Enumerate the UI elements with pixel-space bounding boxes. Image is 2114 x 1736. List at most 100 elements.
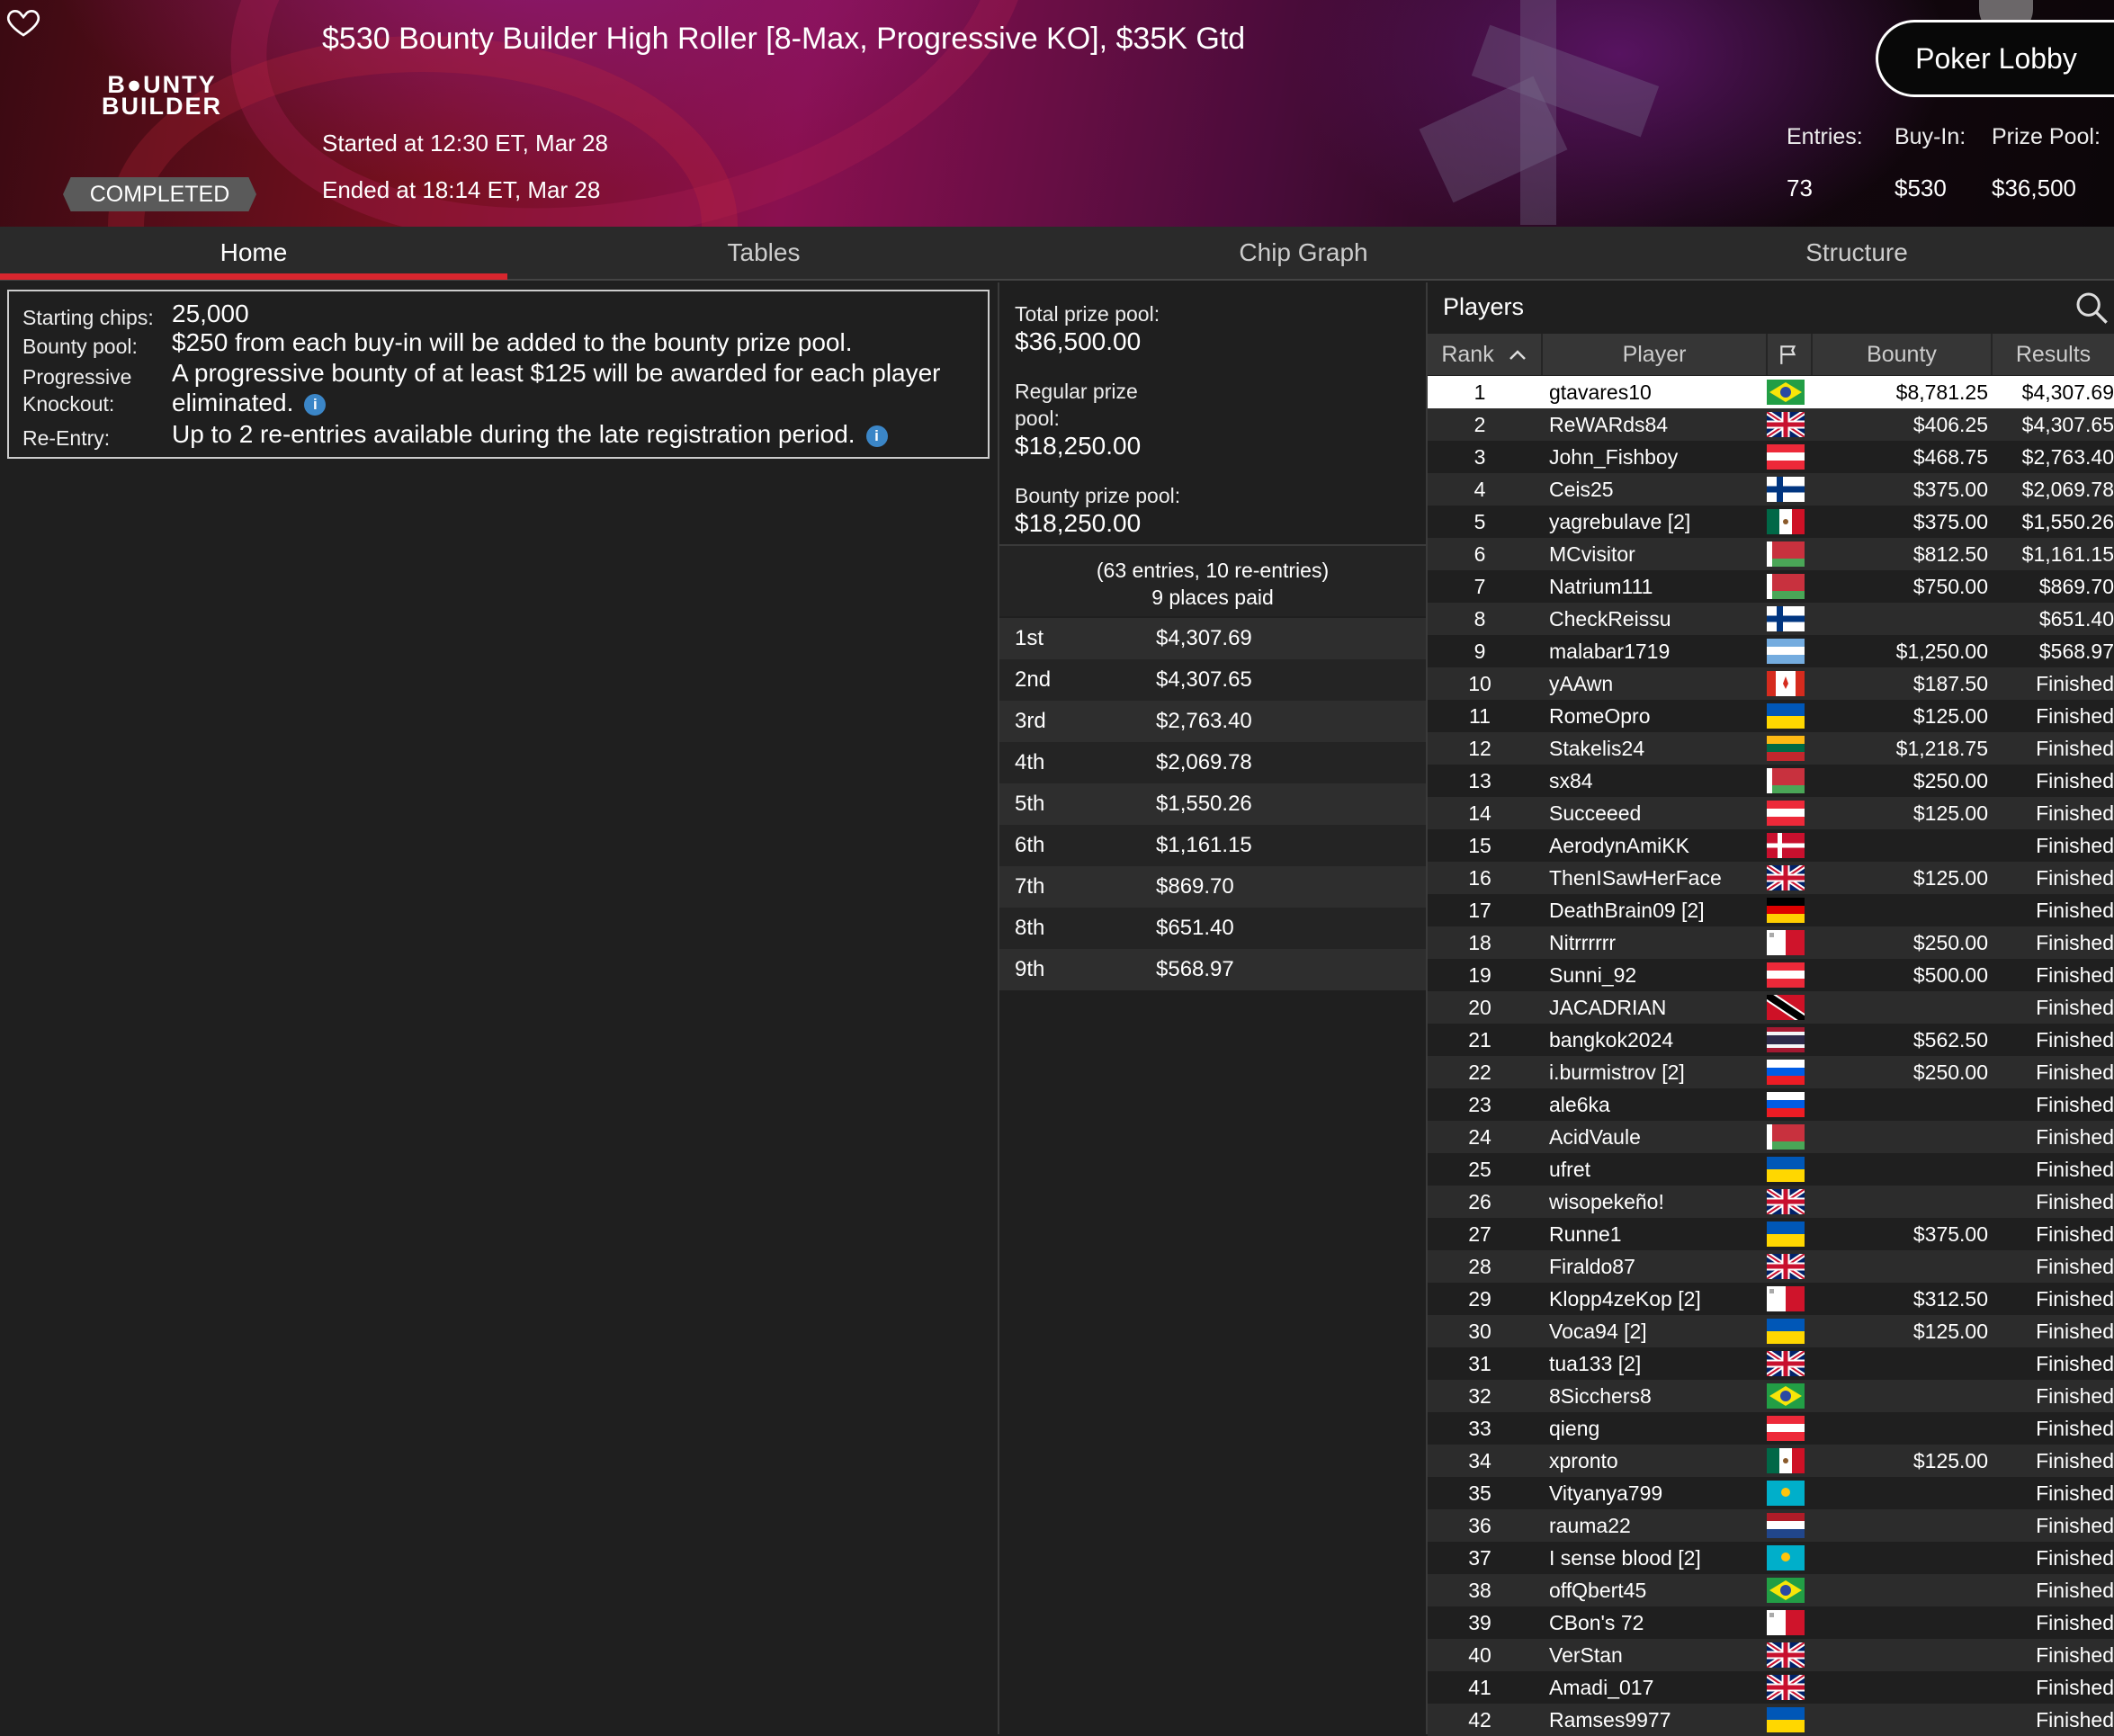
table-row[interactable]: 22 i.burmistrov [2] $250.00 Finished — [1428, 1056, 2114, 1088]
flag-column-header[interactable] — [1768, 334, 1813, 375]
table-row[interactable]: 33 qieng Finished — [1428, 1412, 2114, 1445]
country-flag-icon — [1767, 541, 1805, 567]
bounty-column-header[interactable]: Bounty — [1813, 334, 1993, 375]
table-row[interactable]: 5 yagrebulave [2] $375.00 $1,550.26 — [1428, 506, 2114, 538]
table-row[interactable]: 42 Ramses9977 Finished — [1428, 1704, 2114, 1736]
payout-amount: $568.97 — [1156, 957, 1234, 981]
table-row[interactable]: 15 AerodynAmiKK Finished — [1428, 829, 2114, 862]
table-row[interactable]: 11 RomeOpro $125.00 Finished — [1428, 700, 2114, 732]
player-result: Finished — [2036, 769, 2114, 792]
tab-chip-graph[interactable]: Chip Graph — [1020, 227, 1587, 279]
table-row[interactable]: 27 Runne1 $375.00 Finished — [1428, 1218, 2114, 1250]
table-row[interactable]: 31 tua133 [2] Finished — [1428, 1347, 2114, 1380]
table-row[interactable]: 23 ale6ka Finished — [1428, 1088, 2114, 1121]
chevron-up-icon — [1509, 350, 1526, 361]
table-row[interactable]: 25 ufret Finished — [1428, 1153, 2114, 1186]
pko-line-2: eliminated. — [172, 389, 294, 416]
payout-place: 9th — [1015, 957, 1045, 981]
table-row[interactable]: 12 Stakelis24 $1,218.75 Finished — [1428, 732, 2114, 765]
country-flag-icon — [1767, 768, 1805, 793]
player-result: Finished — [2036, 866, 2114, 890]
table-row[interactable]: 30 Voca94 [2] $125.00 Finished — [1428, 1315, 2114, 1347]
table-row[interactable]: 39 CBon's 72 Finished — [1428, 1606, 2114, 1639]
table-row[interactable]: 18 Nitrrrrrr $250.00 Finished — [1428, 926, 2114, 959]
rank-column-header[interactable]: Rank — [1428, 334, 1543, 375]
table-row[interactable]: 19 Sunni_92 $500.00 Finished — [1428, 959, 2114, 991]
table-row[interactable]: 17 DeathBrain09 [2] Finished — [1428, 894, 2114, 926]
table-row[interactable]: 29 Klopp4zeKop [2] $312.50 Finished — [1428, 1283, 2114, 1315]
info-icon[interactable]: i — [865, 425, 888, 447]
player-bounty: $750.00 — [1912, 575, 1988, 598]
player-rank: 7 — [1474, 575, 1486, 598]
table-row[interactable]: 4 Ceis25 $375.00 $2,069.78 — [1428, 473, 2114, 506]
country-flag-icon — [1767, 509, 1805, 534]
player-rank: 40 — [1468, 1643, 1491, 1667]
active-tab-indicator — [0, 273, 507, 280]
results-column-header[interactable]: Results — [1993, 334, 2114, 375]
table-row[interactable]: 26 wisopekeño! Finished — [1428, 1186, 2114, 1218]
table-row[interactable]: 2 ReWARds84 $406.25 $4,307.65 — [1428, 408, 2114, 441]
table-row[interactable]: 24 AcidVaule Finished — [1428, 1121, 2114, 1153]
tournament-header: B●UNTY BUILDER COMPLETED $530 Bounty Bui… — [0, 0, 2114, 227]
country-flag-icon — [1767, 865, 1805, 890]
payout-row: 8th $651.40 — [999, 908, 1426, 949]
payout-place: 4th — [1015, 750, 1045, 774]
player-rank: 1 — [1474, 380, 1486, 404]
table-row[interactable]: 35 Vityanya799 Finished — [1428, 1477, 2114, 1509]
table-row[interactable]: 37 I sense blood [2] Finished — [1428, 1542, 2114, 1574]
reentry-label: Re-Entry: — [22, 426, 111, 450]
table-row[interactable]: 41 Amadi_017 Finished — [1428, 1671, 2114, 1704]
tab-tables[interactable]: Tables — [507, 227, 1020, 279]
tab-structure[interactable]: Structure — [1587, 227, 2114, 279]
player-column-header[interactable]: Player — [1543, 334, 1768, 375]
poker-lobby-button[interactable]: Poker Lobby — [1876, 20, 2114, 97]
table-row[interactable]: 7 Natrium111 $750.00 $869.70 — [1428, 570, 2114, 603]
table-row[interactable]: 34 xpronto $125.00 Finished — [1428, 1445, 2114, 1477]
player-rank: 18 — [1468, 931, 1491, 954]
search-icon[interactable] — [2074, 290, 2110, 326]
pko-line-2-wrap: eliminated. i — [172, 388, 981, 417]
prizepool-label: Prize Pool: — [1992, 124, 2101, 149]
player-result: Finished — [2036, 704, 2114, 728]
table-row[interactable]: 21 bangkok2024 $562.50 Finished — [1428, 1024, 2114, 1056]
info-icon[interactable]: i — [304, 393, 327, 416]
table-row[interactable]: 16 ThenISawHerFace $125.00 Finished — [1428, 862, 2114, 894]
table-row[interactable]: 20 JACADRIAN Finished — [1428, 991, 2114, 1024]
country-flag-icon — [1767, 930, 1805, 955]
country-flag-icon — [1767, 833, 1805, 858]
table-row[interactable]: 38 offQbert45 Finished — [1428, 1574, 2114, 1606]
bounty-pool-label: Bounty pool: — [22, 335, 138, 358]
player-rank: 2 — [1474, 413, 1486, 436]
table-row[interactable]: 9 malabar1719 $1,250.00 $568.97 — [1428, 635, 2114, 667]
heart-icon[interactable] — [5, 4, 41, 40]
payout-amount: $1,161.15 — [1156, 833, 1252, 857]
payout-place: 5th — [1015, 792, 1045, 816]
table-row[interactable]: 40 VerStan Finished — [1428, 1639, 2114, 1671]
tab-home[interactable]: Home — [0, 227, 507, 279]
table-row[interactable]: 10 yAAwn $187.50 Finished — [1428, 667, 2114, 700]
player-result: Finished — [2036, 996, 2114, 1019]
player-rank: 26 — [1468, 1190, 1491, 1213]
table-row[interactable]: 14 Succeeed $125.00 Finished — [1428, 797, 2114, 829]
player-rank: 30 — [1468, 1320, 1491, 1343]
player-rank: 17 — [1468, 899, 1491, 922]
player-bounty: $468.75 — [1912, 445, 1988, 469]
player-result: Finished — [2036, 1449, 2114, 1472]
player-result: Finished — [2036, 1417, 2114, 1440]
player-bounty: $125.00 — [1912, 1320, 1988, 1343]
payout-amount: $2,763.40 — [1156, 709, 1252, 733]
table-row[interactable]: 36 rauma22 Finished — [1428, 1509, 2114, 1542]
table-row[interactable]: 1 gtavares10 $8,781.25 $4,307.69 — [1428, 376, 2114, 408]
regular-prize-value: $18,250.00 — [1015, 432, 1142, 460]
table-row[interactable]: 13 sx84 $250.00 Finished — [1428, 765, 2114, 797]
table-row[interactable]: 3 John_Fishboy $468.75 $2,763.40 — [1428, 441, 2114, 473]
player-rank: 37 — [1468, 1546, 1491, 1570]
player-bounty: $375.00 — [1912, 478, 1988, 501]
table-row[interactable]: 6 MCvisitor $812.50 $1,161.15 — [1428, 538, 2114, 570]
player-bounty: $312.50 — [1912, 1287, 1988, 1311]
payout-amount: $869.70 — [1156, 874, 1234, 899]
table-row[interactable]: 32 8Sicchers8 Finished — [1428, 1380, 2114, 1412]
table-row[interactable]: 28 Firaldo87 Finished — [1428, 1250, 2114, 1283]
table-row[interactable]: 8 CheckReissu $651.40 — [1428, 603, 2114, 635]
country-flag-icon — [1767, 1383, 1805, 1409]
